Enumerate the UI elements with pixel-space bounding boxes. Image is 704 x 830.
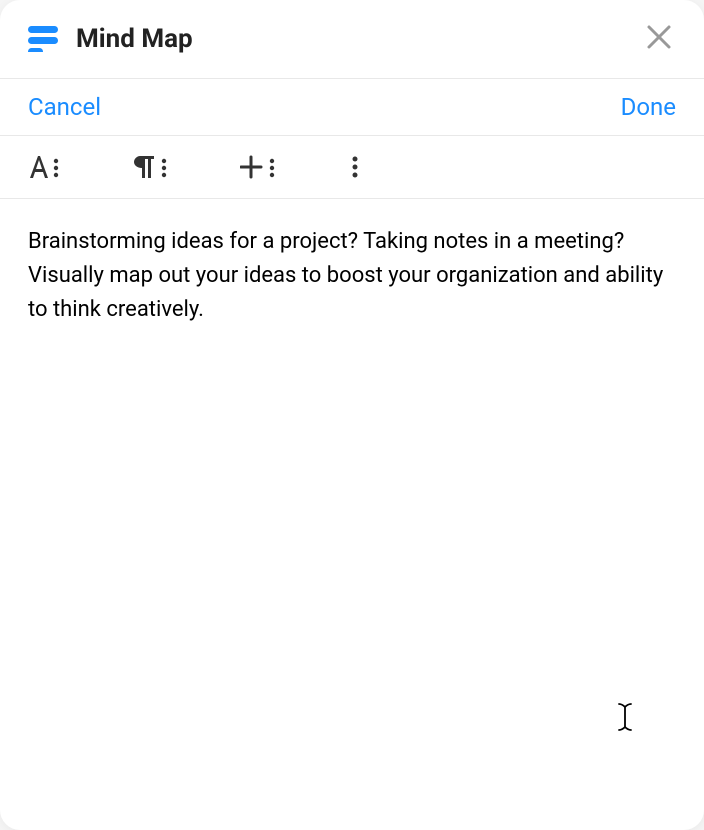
done-button[interactable]: Done <box>621 93 676 121</box>
paragraph-style-button[interactable] <box>132 154 170 180</box>
more-options-button[interactable] <box>348 154 362 180</box>
app-logo-icon <box>28 26 60 52</box>
insert-button[interactable] <box>240 154 278 180</box>
modal-title: Mind Map <box>76 24 642 54</box>
modal-header: Mind Map <box>0 0 704 79</box>
actions-bar: Cancel Done <box>0 79 704 136</box>
text-style-button[interactable] <box>28 154 62 180</box>
editor-text[interactable]: Brainstorming ideas for a project? Takin… <box>28 225 676 327</box>
close-icon[interactable] <box>642 20 676 58</box>
cancel-button[interactable]: Cancel <box>28 93 101 121</box>
text-cursor-icon <box>616 702 634 740</box>
editor-content-area[interactable]: Brainstorming ideas for a project? Takin… <box>0 199 704 830</box>
modal-container: Mind Map Cancel Done <box>0 0 704 830</box>
format-toolbar <box>0 136 704 199</box>
